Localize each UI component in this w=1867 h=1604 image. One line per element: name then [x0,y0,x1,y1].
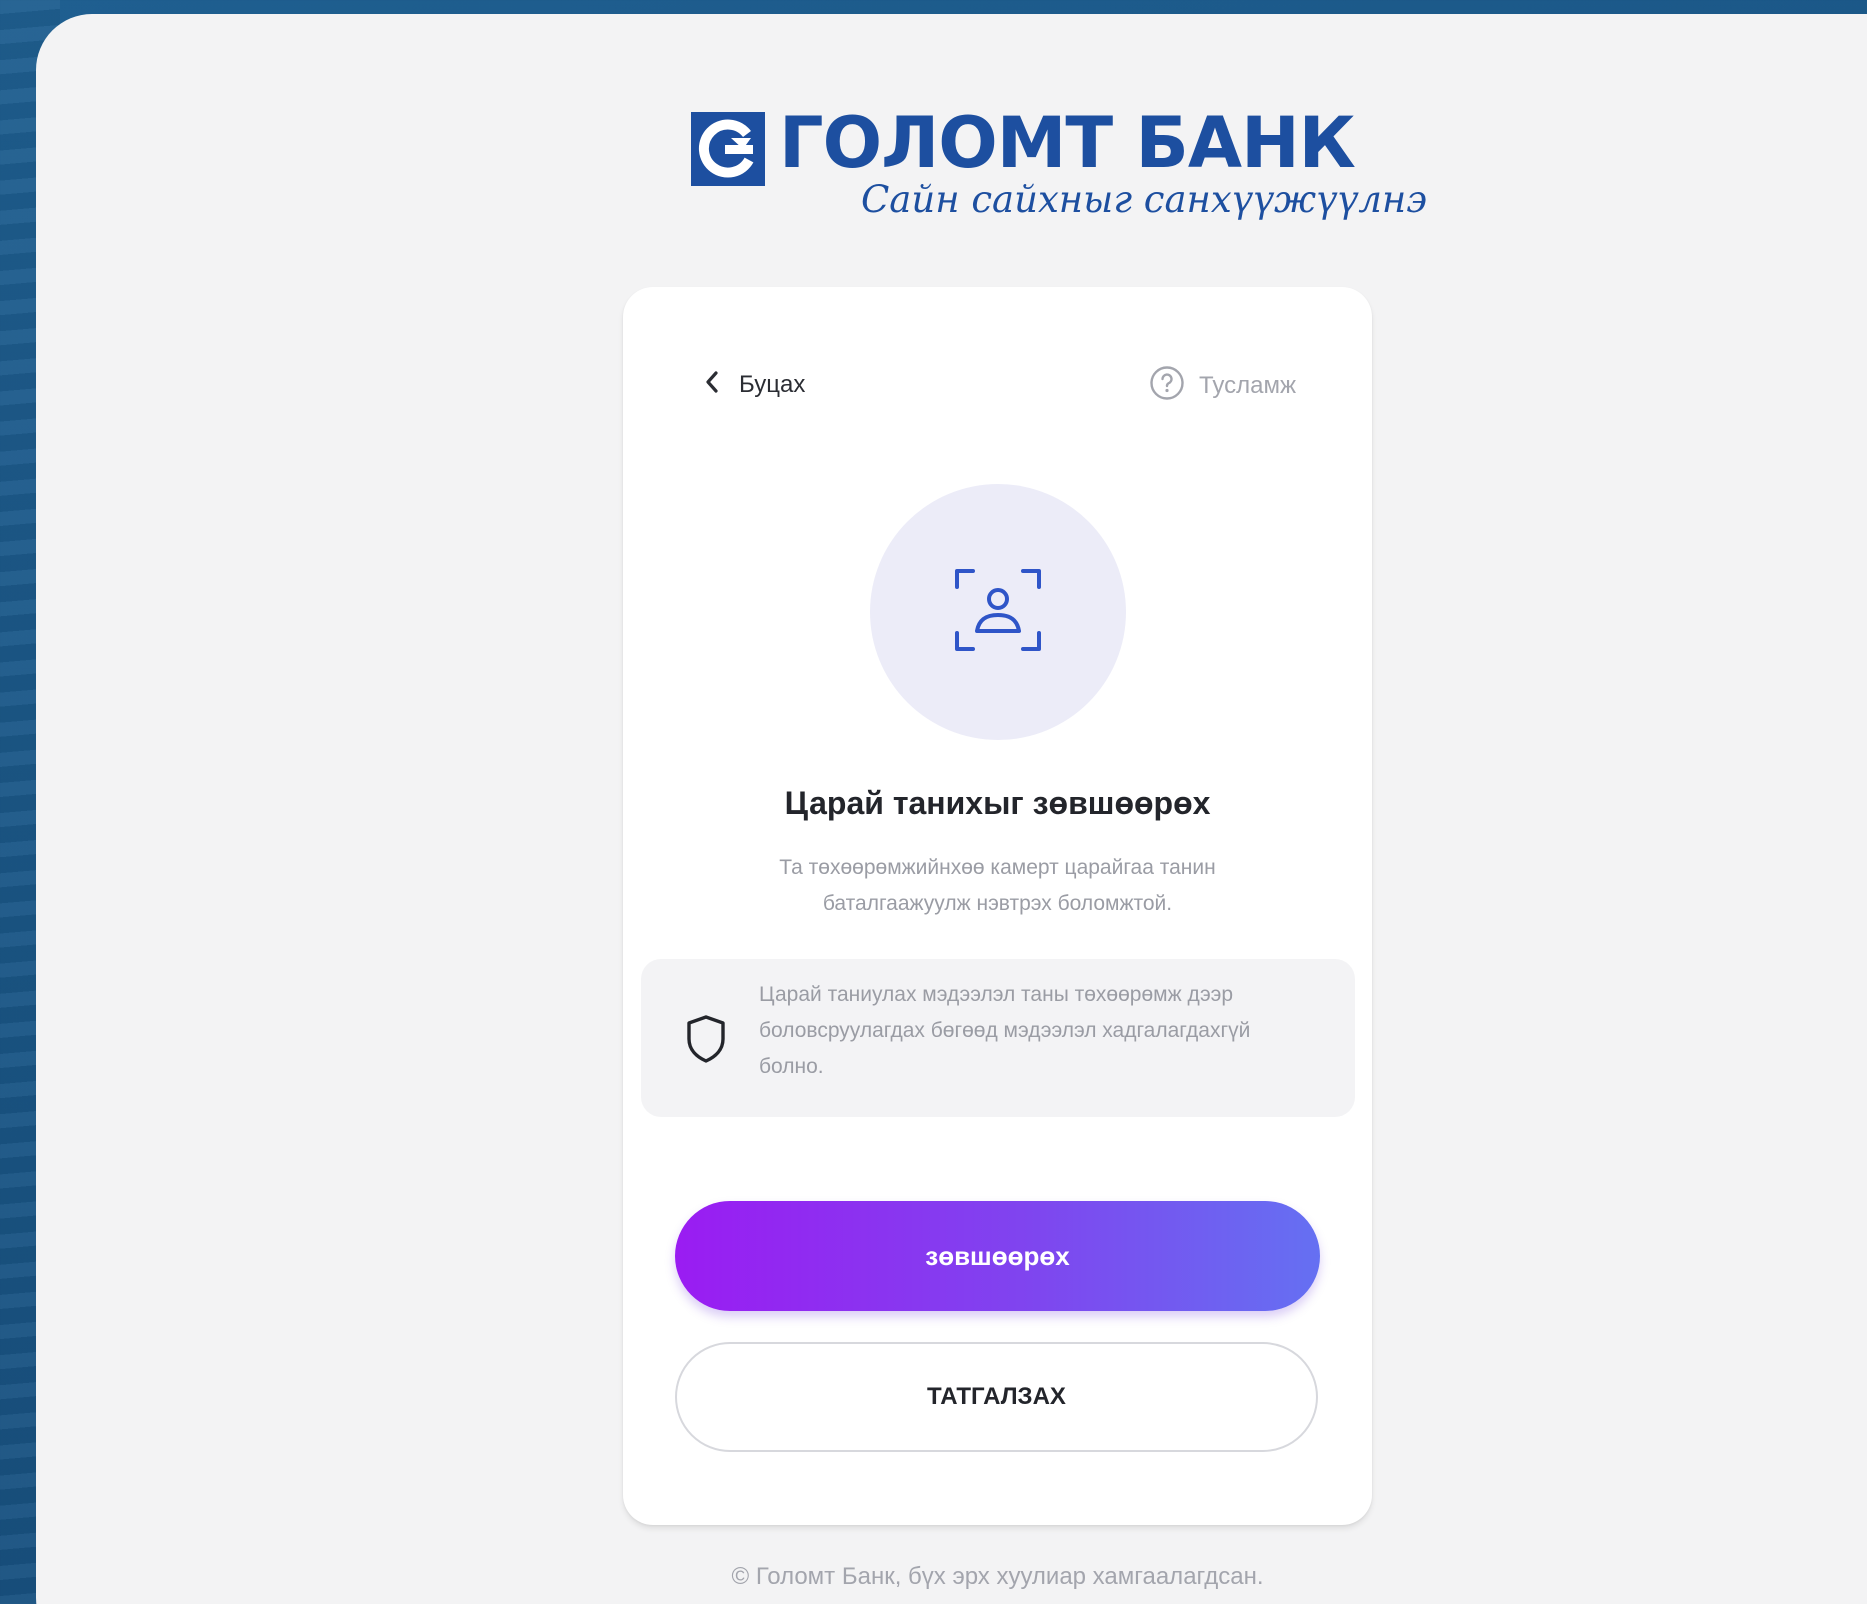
allow-button[interactable]: зөвшөөрөх [675,1201,1320,1311]
shield-icon [683,1013,729,1065]
back-button[interactable]: Буцах [703,369,805,400]
brand-slogan: Сайн сайхныг санхүүжүүлнэ [861,178,1427,221]
back-label: Буцах [739,370,806,398]
copyright-footer: © Голомт Банк, бүх эрх хуулиар хамгаалаг… [731,1563,1264,1590]
help-label: Тусламж [1199,371,1296,399]
chevron-left-icon [703,369,721,400]
page-title: Царай танихыг зөвшөөрөх [784,785,1211,821]
privacy-notice-text: Царай таниулах мэдээлэл таны төхөөрөмж д… [759,983,1251,1078]
decline-button[interactable]: ТАТГАЛЗАХ [675,1342,1318,1452]
brand-name: ГОЛОМТ БАНК [779,102,1356,184]
face-scan-icon [953,565,1043,660]
page-description: Та төхөөрөмжийнхөө камерт царайгаа танин… [779,856,1216,915]
face-scan-illustration [870,484,1126,740]
help-button[interactable]: Тусламж [1149,365,1296,406]
privacy-notice: Царай таниулах мэдээлэл таны төхөөрөмж д… [641,959,1355,1117]
face-consent-card: Буцах Тусламж Царай танихыг зөвшөөрөх Та… [623,287,1372,1525]
bank-logo: ГОЛОМТ БАНК Сайн сайхныг санхүүжүүлнэ [691,102,1427,228]
question-circle-icon [1149,365,1185,406]
logo-mark-icon [691,112,765,186]
